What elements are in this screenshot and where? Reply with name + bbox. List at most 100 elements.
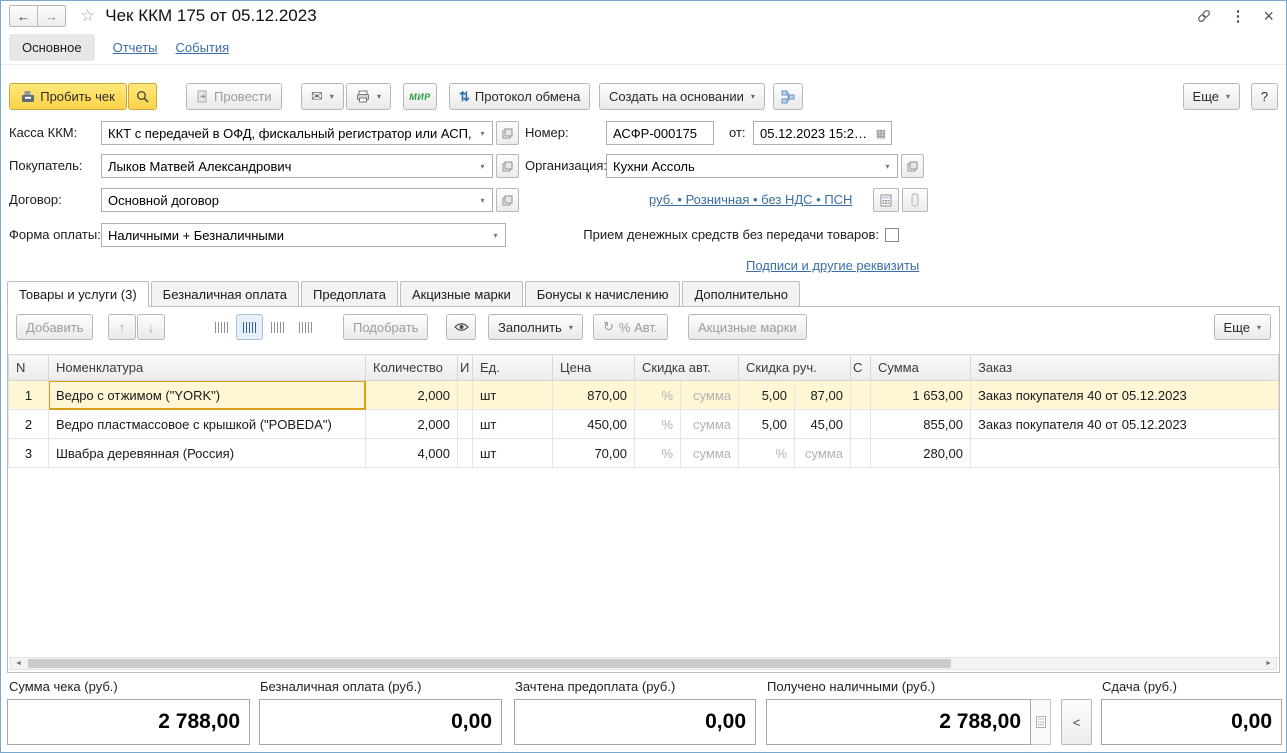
- tab-additional[interactable]: Дополнительно: [682, 281, 800, 307]
- signatures-link[interactable]: Подписи и другие реквизиты: [746, 258, 919, 273]
- cell-total[interactable]: 855,00: [871, 410, 971, 439]
- receipt-total-field[interactable]: 2 788,00: [7, 699, 250, 745]
- cell-price[interactable]: 450,00: [553, 410, 635, 439]
- cell-man-pct[interactable]: %: [739, 439, 795, 468]
- cell-qty[interactable]: 2,000: [366, 410, 458, 439]
- no-transfer-checkbox[interactable]: [885, 228, 899, 242]
- table-row[interactable]: 1 Ведро с отжимом ("YORK") 2,000 шт 870,…: [9, 381, 1279, 410]
- cell-name[interactable]: Ведро с отжимом ("YORK"): [49, 381, 366, 410]
- document-structure-button[interactable]: [773, 83, 803, 110]
- cash-calculator-button[interactable]: [1031, 699, 1051, 745]
- auto-discount-button[interactable]: ↻ % Авт.: [593, 314, 668, 340]
- kkm-field[interactable]: ККТ с передачей в ОФД, фискальный регист…: [101, 121, 493, 145]
- horizontal-scrollbar[interactable]: ◄ ►: [10, 657, 1277, 670]
- cell-unit[interactable]: шт: [473, 439, 553, 468]
- cell-i[interactable]: [458, 439, 473, 468]
- cell-c[interactable]: [851, 410, 871, 439]
- more-menu-icon[interactable]: ⋮: [1230, 9, 1245, 24]
- help-button[interactable]: ?: [1251, 83, 1278, 110]
- buyer-open-button[interactable]: [496, 154, 519, 178]
- cell-man-sum[interactable]: 87,00: [795, 381, 851, 410]
- combo-arrow-icon[interactable]: ▾: [475, 162, 490, 171]
- transfer-amount-button[interactable]: <: [1061, 699, 1092, 745]
- price-terms-link[interactable]: руб. • Розничная • без НДС • ПСН: [649, 192, 852, 207]
- cell-num[interactable]: 1: [9, 381, 49, 410]
- organization-open-button[interactable]: [901, 154, 924, 178]
- cell-auto-sum[interactable]: сумма: [681, 410, 739, 439]
- cell-price[interactable]: 70,00: [553, 439, 635, 468]
- conduct-button[interactable]: Провести: [186, 83, 282, 110]
- cell-auto-pct[interactable]: %: [635, 381, 681, 410]
- cell-unit[interactable]: шт: [473, 410, 553, 439]
- cell-num[interactable]: 2: [9, 410, 49, 439]
- pick-items-button[interactable]: Подобрать: [343, 314, 428, 340]
- scroll-left-icon[interactable]: ◄: [11, 658, 26, 669]
- email-button[interactable]: ✉ ▾: [301, 83, 344, 110]
- tab-cashless[interactable]: Безналичная оплата: [151, 281, 299, 307]
- cell-auto-pct[interactable]: %: [635, 410, 681, 439]
- barcode-load-button[interactable]: [264, 314, 291, 340]
- contract-field[interactable]: Основной договор ▾: [101, 188, 493, 212]
- barcode-scanner-button[interactable]: [208, 314, 235, 340]
- get-link-icon[interactable]: [1196, 8, 1212, 24]
- calculator-button[interactable]: [873, 188, 899, 212]
- combo-arrow-icon[interactable]: ▾: [488, 231, 503, 240]
- cell-total[interactable]: 280,00: [871, 439, 971, 468]
- scroll-right-icon[interactable]: ►: [1261, 658, 1276, 669]
- grid-more-button[interactable]: Еще ▾: [1214, 314, 1271, 340]
- calendar-icon[interactable]: ▦: [873, 127, 889, 140]
- cell-total[interactable]: 1 653,00: [871, 381, 971, 410]
- cell-i[interactable]: [458, 381, 473, 410]
- scrollbar-thumb[interactable]: [28, 659, 951, 668]
- cell-qty[interactable]: 2,000: [366, 381, 458, 410]
- cell-c[interactable]: [851, 439, 871, 468]
- barcode-input-button[interactable]: [236, 314, 263, 340]
- cell-auto-sum[interactable]: сумма: [681, 381, 739, 410]
- favorite-star-icon[interactable]: ☆: [80, 6, 95, 26]
- table-row[interactable]: 3 Швабра деревянная (Россия) 4,000 шт 70…: [9, 439, 1279, 468]
- organization-field[interactable]: Кухни Ассоль ▾: [606, 154, 898, 178]
- payment-form-field[interactable]: Наличными + Безналичными ▾: [101, 223, 506, 247]
- tab-excise[interactable]: Акцизные марки: [400, 281, 523, 307]
- buyer-field[interactable]: Лыков Матвей Александрович ▾: [101, 154, 493, 178]
- cell-i[interactable]: [458, 410, 473, 439]
- table-row[interactable]: 2 Ведро пластмассовое с крышкой ("POBEDA…: [9, 410, 1279, 439]
- close-icon[interactable]: ×: [1263, 7, 1274, 25]
- cell-num[interactable]: 3: [9, 439, 49, 468]
- combo-arrow-icon[interactable]: ▾: [475, 196, 490, 205]
- tab-main[interactable]: Основное: [9, 34, 95, 61]
- post-receipt-search-button[interactable]: [128, 83, 157, 110]
- cell-unit[interactable]: шт: [473, 381, 553, 410]
- tab-events[interactable]: События: [176, 40, 230, 55]
- tab-goods[interactable]: Товары и услуги (3): [7, 281, 149, 307]
- move-down-button[interactable]: ↓: [137, 314, 165, 340]
- post-receipt-button[interactable]: Пробить чек: [9, 83, 127, 110]
- kkm-open-button[interactable]: [496, 121, 519, 145]
- cell-man-pct[interactable]: 5,00: [739, 410, 795, 439]
- card-reader-button[interactable]: [902, 188, 928, 212]
- excise-marks-button[interactable]: Акцизные марки: [688, 314, 807, 340]
- cell-name[interactable]: Ведро пластмассовое с крышкой ("POBEDA"): [49, 410, 366, 439]
- back-button[interactable]: ←: [9, 5, 38, 27]
- cell-order[interactable]: Заказ покупателя 40 от 05.12.2023: [971, 381, 1279, 410]
- contract-open-button[interactable]: [496, 188, 519, 212]
- move-up-button[interactable]: ↑: [108, 314, 136, 340]
- barcode-scales-button[interactable]: [292, 314, 319, 340]
- cell-order[interactable]: [971, 439, 1279, 468]
- prepayment-field[interactable]: 0,00: [514, 699, 756, 745]
- combo-arrow-icon[interactable]: ▾: [475, 129, 490, 138]
- combo-arrow-icon[interactable]: ▾: [880, 162, 895, 171]
- cell-price[interactable]: 870,00: [553, 381, 635, 410]
- exchange-protocol-button[interactable]: ⇅ Протокол обмена: [449, 83, 590, 110]
- print-button[interactable]: ▾: [346, 83, 391, 110]
- number-field[interactable]: АСФР-000175: [606, 121, 714, 145]
- mir-payment-button[interactable]: МИР: [403, 83, 437, 110]
- cell-man-sum[interactable]: 45,00: [795, 410, 851, 439]
- view-button[interactable]: [446, 314, 476, 340]
- cell-qty[interactable]: 4,000: [366, 439, 458, 468]
- create-based-on-button[interactable]: Создать на основании ▾: [599, 83, 765, 110]
- fill-button[interactable]: Заполнить ▾: [488, 314, 583, 340]
- more-actions-button[interactable]: Еще ▾: [1183, 83, 1240, 110]
- cell-auto-pct[interactable]: %: [635, 439, 681, 468]
- cell-man-sum[interactable]: сумма: [795, 439, 851, 468]
